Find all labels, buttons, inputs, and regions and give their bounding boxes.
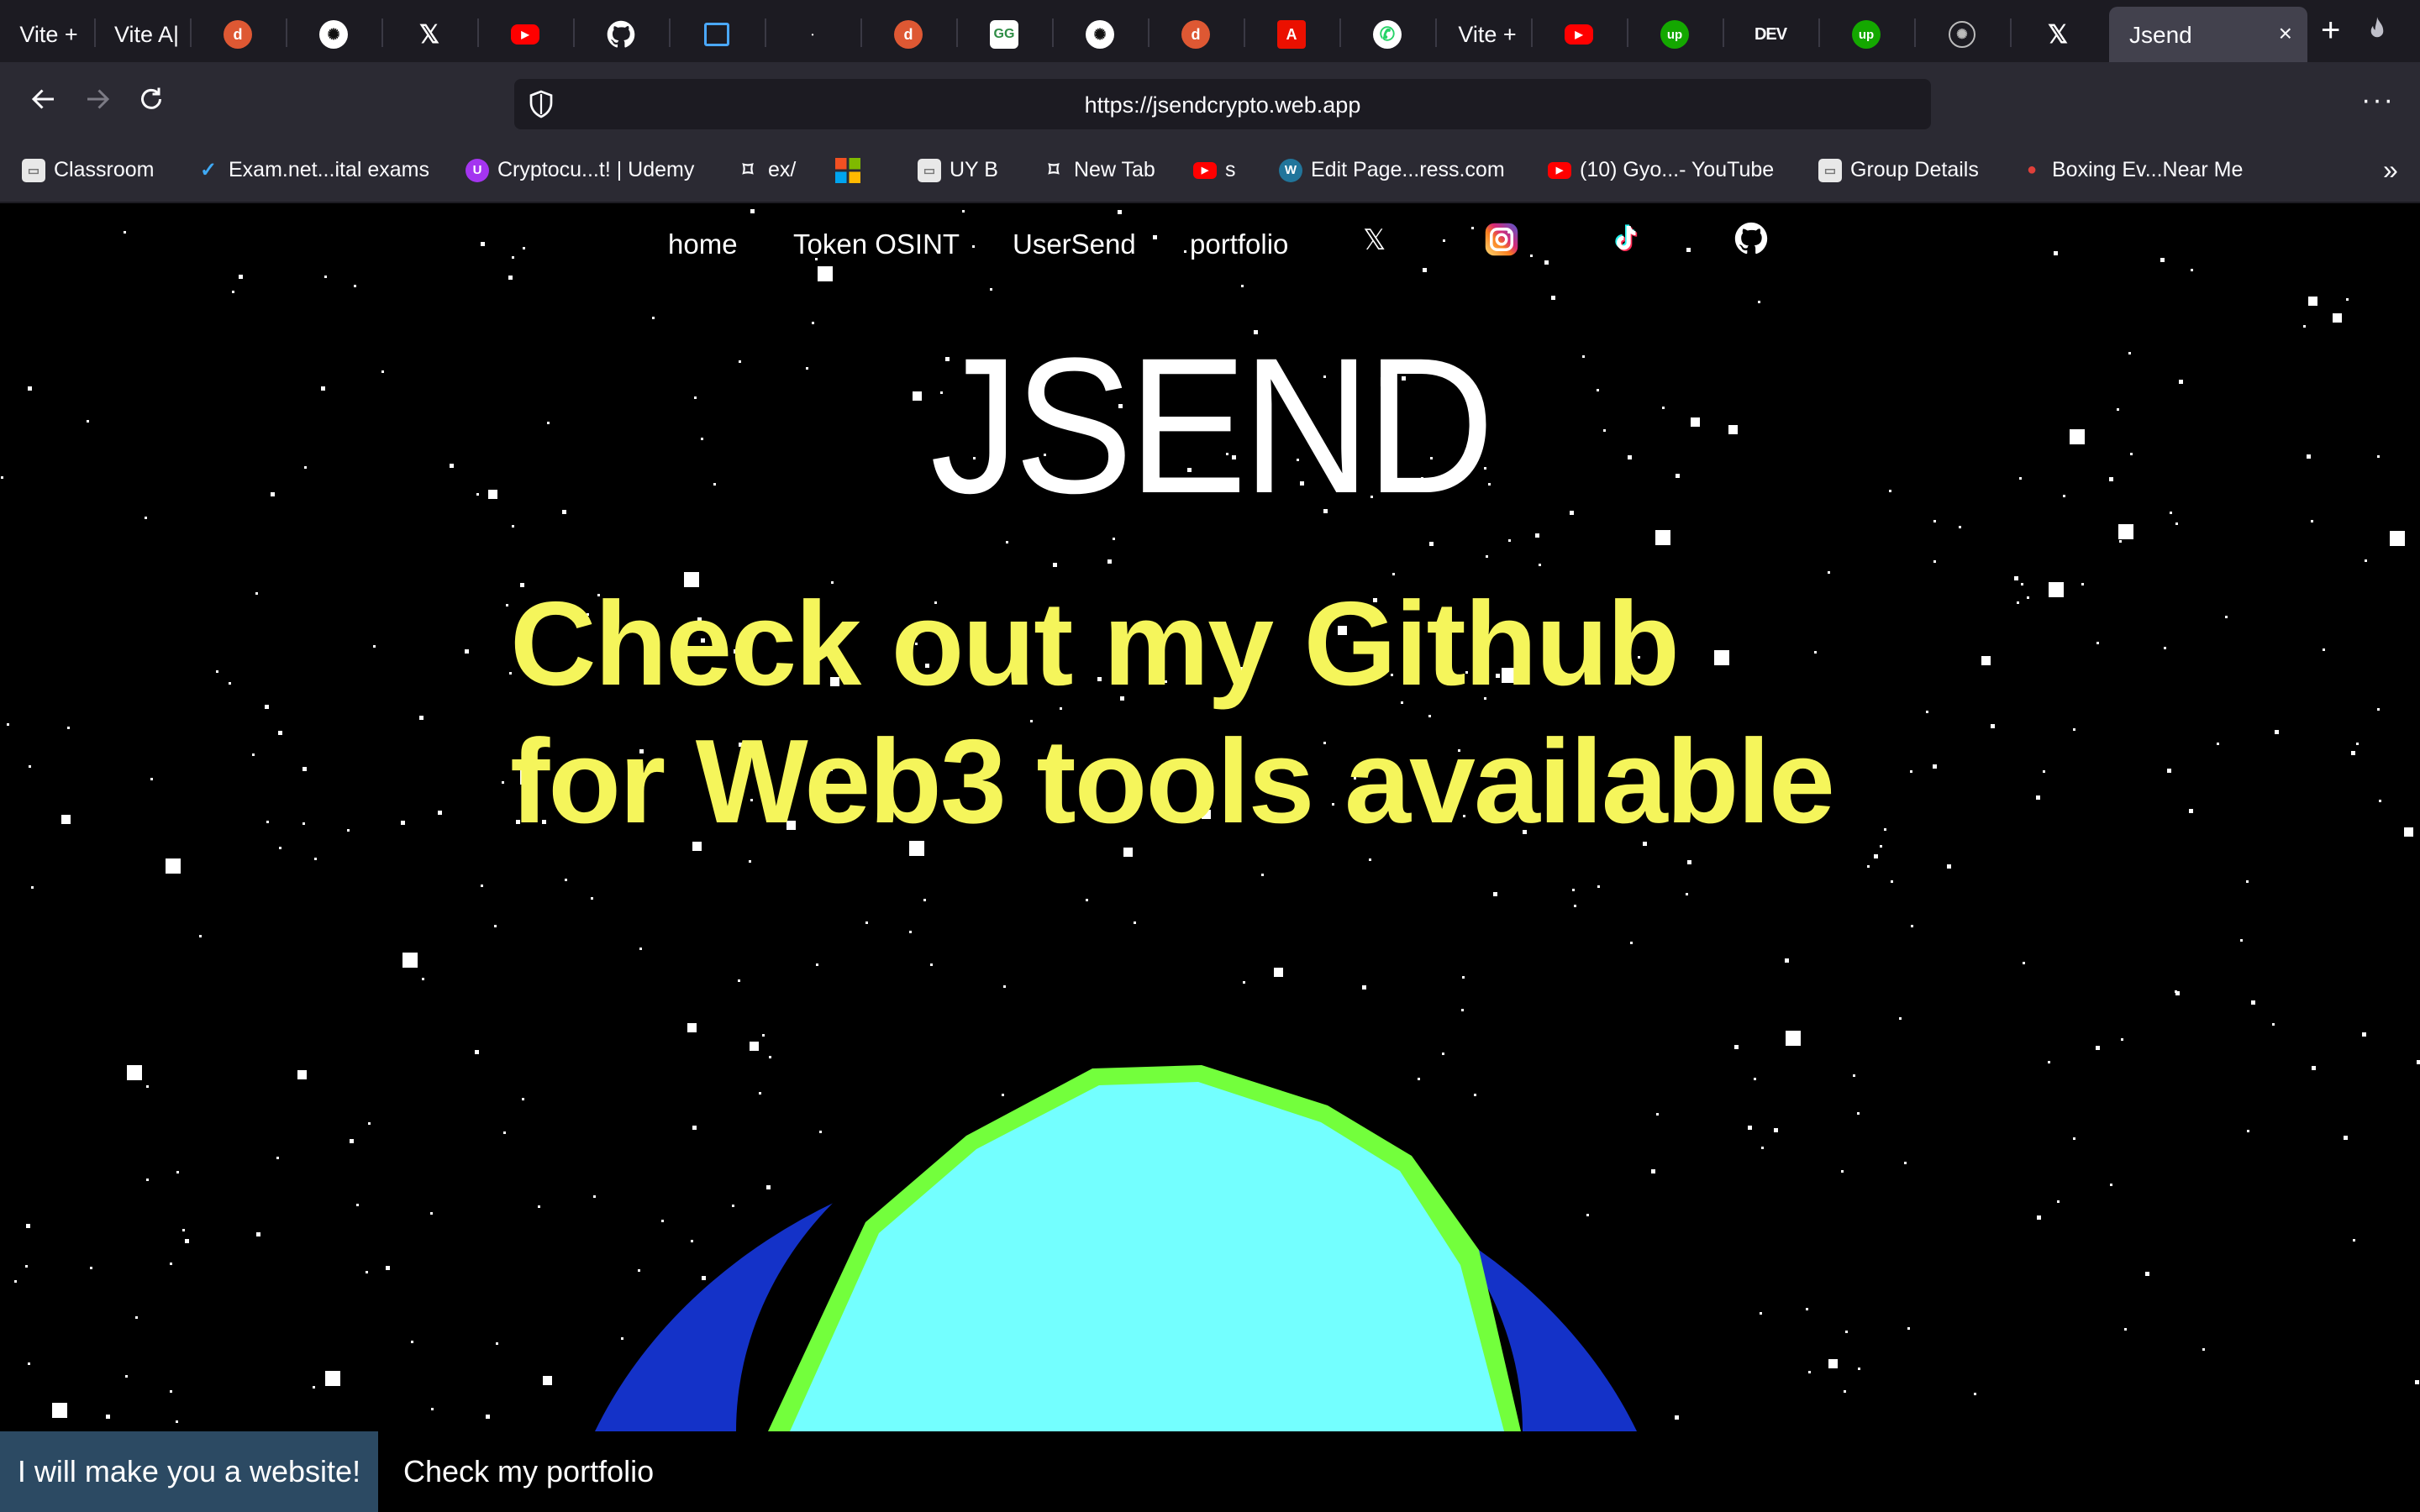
dot-icon: • — [811, 30, 814, 39]
bookmark-exam-net[interactable]: ✓ Exam.net...ital exams — [197, 158, 429, 182]
dev-icon: DEV — [1754, 24, 1787, 44]
github-icon — [607, 20, 635, 48]
bookmark-icon: ⌑ — [742, 159, 754, 181]
chatgpt-icon: ✺ — [319, 20, 348, 49]
forward-arrow-icon[interactable] — [82, 84, 113, 114]
tab-frame[interactable] — [689, 7, 744, 62]
page-icon: ▭ — [1818, 158, 1842, 182]
web-page: home Token OSINT UserSend portfolio 𝕏 JS… — [0, 203, 2420, 1512]
x-icon: 𝕏 — [418, 20, 440, 49]
udemy-icon: U — [466, 158, 489, 182]
make-website-button[interactable]: I will make you a website! — [0, 1431, 378, 1512]
duckduckgo-icon: d — [1181, 20, 1210, 49]
bookmark-uy-b[interactable]: ▭ UY B — [918, 158, 998, 182]
bookmark-classroom[interactable]: ▭ Classroom — [22, 158, 154, 182]
tab-x[interactable]: 𝕏 — [402, 7, 457, 62]
bookmark-udemy[interactable]: U Cryptocu...t! | Udemy — [466, 158, 694, 182]
bookmarks-bar: ▭ Classroom ✓ Exam.net...ital exams U Crypt… — [0, 143, 2420, 203]
tab-adobe[interactable]: A — [1264, 7, 1319, 62]
bookmarks-overflow-icon[interactable]: » — [2383, 155, 2398, 186]
tab-upwork[interactable]: up — [1647, 7, 1702, 62]
tab-geeksforgeeks[interactable]: GG — [976, 7, 1032, 62]
youtube-icon: ▶ — [1565, 24, 1593, 45]
bookmark-boxing[interactable]: ● Boxing Ev...Near Me — [2020, 158, 2243, 182]
bookmark-microsoft[interactable] — [835, 158, 860, 183]
classroom-icon: ▭ — [22, 158, 45, 182]
tab-vite[interactable]: Vite + — [5, 7, 92, 62]
microsoft-icon — [835, 158, 860, 183]
active-tab-label: Jsend — [2129, 22, 2192, 48]
tab-duckduckgo-2[interactable]: d — [881, 7, 936, 62]
chatgpt-icon: ✺ — [1086, 20, 1114, 49]
bookmark-ex[interactable]: ⌑ ex/ — [736, 158, 797, 182]
tab-vite-3[interactable]: Vite + — [1444, 7, 1531, 62]
page-icon: ▭ — [918, 158, 941, 182]
tab-x-2[interactable]: 𝕏 — [2030, 7, 2086, 62]
duckduckgo-icon: d — [224, 20, 252, 49]
tab-jsend-active[interactable]: Jsend × — [2109, 7, 2307, 62]
planet-illustration — [595, 1065, 1637, 1431]
close-tab-icon[interactable]: × — [2279, 20, 2292, 47]
bookmark-wordpress[interactable]: W Edit Page...ress.com — [1279, 158, 1505, 182]
bookmark-icon: ⌑ — [1048, 159, 1060, 181]
bookmark-group-details[interactable]: ▭ Group Details — [1818, 158, 1979, 182]
new-tab-button[interactable]: + — [2321, 13, 2340, 47]
tab-label: Vite + — [1458, 21, 1517, 47]
fire-icon[interactable] — [2365, 17, 2390, 45]
boxing-glove-icon: ● — [2026, 160, 2038, 179]
check-icon: ✓ — [199, 159, 218, 181]
menu-icon[interactable]: ··· — [2361, 84, 2395, 117]
tab-vite-2[interactable]: Vite A| — [99, 7, 183, 62]
upwork-icon: up — [1852, 20, 1881, 49]
tab-whatsapp[interactable]: ✆ — [1360, 7, 1415, 62]
tab-chatgpt[interactable]: ✺ — [306, 7, 361, 62]
tab-blank[interactable]: • — [785, 7, 840, 62]
back-arrow-icon[interactable] — [29, 84, 59, 114]
tab-github[interactable] — [593, 7, 649, 62]
bookmark-youtube[interactable]: ▶ (10) Gyo...- YouTube — [1548, 158, 1774, 182]
planet-core — [790, 1082, 1504, 1431]
youtube-icon: ▶ — [1548, 161, 1571, 179]
youtube-icon: ▶ — [511, 24, 539, 45]
url-text[interactable]: https://jsendcrypto.web.app — [514, 92, 1931, 118]
reload-icon[interactable] — [136, 84, 166, 114]
tab-label: Vite A| — [114, 21, 180, 47]
tab-youtube-2[interactable]: ▶ — [1551, 7, 1607, 62]
url-bar[interactable]: https://jsendcrypto.web.app — [514, 79, 1931, 129]
tab-openai[interactable]: ✺ — [1934, 7, 1990, 62]
whatsapp-icon: ✆ — [1373, 20, 1402, 49]
tab-chatgpt-2[interactable]: ✺ — [1072, 7, 1128, 62]
cta-bar: I will make you a website! Check my port… — [0, 1431, 2420, 1512]
adobe-icon: A — [1277, 20, 1306, 49]
tab-duckduckgo-3[interactable]: d — [1168, 7, 1223, 62]
check-portfolio-button[interactable]: Check my portfolio — [403, 1431, 654, 1512]
tab-upwork-2[interactable]: up — [1839, 7, 1894, 62]
tab-bar: Vite + Vite A| d ✺ 𝕏 ▶ • d GG ✺ d A ✆ Vi… — [0, 0, 2420, 62]
wordpress-icon: W — [1279, 158, 1302, 182]
upwork-icon: up — [1660, 20, 1689, 49]
bookmark-s[interactable]: ▶ s — [1193, 158, 1236, 182]
frame-icon — [704, 23, 729, 46]
tab-duckduckgo[interactable]: d — [210, 7, 266, 62]
bookmark-new-tab[interactable]: ⌑ New Tab — [1042, 158, 1155, 182]
youtube-icon: ▶ — [1193, 161, 1217, 179]
openai-icon: ✺ — [1949, 21, 1975, 48]
tab-youtube[interactable]: ▶ — [497, 7, 553, 62]
tab-label: Vite + — [19, 21, 78, 47]
duckduckgo-icon: d — [894, 20, 923, 49]
geeksforgeeks-icon: GG — [990, 20, 1018, 49]
tab-dev[interactable]: DEV — [1743, 7, 1798, 62]
x-icon: 𝕏 — [2047, 20, 2069, 49]
